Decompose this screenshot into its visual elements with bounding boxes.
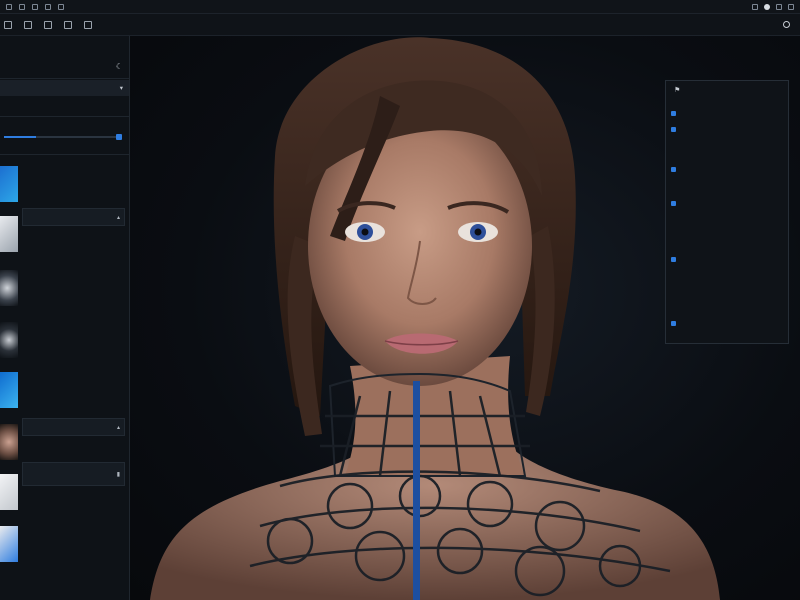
checkbox-icon (671, 167, 676, 172)
thumbnail-image (0, 424, 18, 460)
divider (0, 116, 129, 117)
list-item[interactable] (0, 474, 129, 518)
left-row-1[interactable]: ☾ (0, 58, 129, 74)
list-item[interactable] (0, 526, 129, 570)
toolbar-center (360, 14, 380, 36)
flag-icon: ⚑ (674, 87, 681, 94)
checkbox-icon (671, 321, 676, 326)
toolbar-button-1[interactable] (4, 20, 12, 29)
list-item[interactable] (0, 166, 129, 210)
property-checkbox[interactable] (671, 111, 676, 116)
thumbnail-image (0, 372, 18, 408)
thumbnail-image (0, 526, 18, 562)
list-item[interactable] (0, 216, 129, 260)
chevron-down-icon: ▾ (119, 85, 123, 92)
toolbar-button-5[interactable] (84, 20, 92, 29)
thumbnail-image (0, 216, 18, 252)
grid-icon (24, 20, 32, 29)
system-bar (0, 0, 800, 14)
minimize-icon[interactable] (776, 4, 782, 10)
checkbox-icon (671, 111, 676, 116)
image-icon (64, 20, 72, 29)
refresh-icon[interactable] (783, 21, 790, 28)
list-item[interactable] (0, 372, 129, 416)
left-row-2[interactable]: ▾ (0, 80, 129, 96)
divider (0, 154, 129, 155)
property-checkbox[interactable] (671, 167, 676, 172)
checkbox-icon (671, 201, 676, 206)
chevron-down-icon[interactable] (752, 4, 758, 10)
thumbnail-image (0, 474, 18, 510)
moon-icon: ☾ (115, 61, 123, 71)
maximize-icon[interactable] (788, 4, 794, 10)
square-icon (4, 20, 12, 29)
thumbnail-image (0, 166, 18, 202)
window-controls (752, 0, 794, 14)
properties-panel: ⚑ (665, 80, 789, 344)
main-toolbar (0, 14, 800, 36)
settings-icon[interactable] (45, 3, 51, 10)
brush-icon (84, 20, 92, 29)
property-checkbox[interactable] (671, 257, 676, 262)
progress-track (4, 136, 118, 138)
back-icon[interactable] (19, 3, 25, 10)
checkbox-icon (671, 127, 676, 132)
thumbnail-image (0, 270, 18, 306)
left-panel: ☾ ▾ ▴ ▴ ▮ (0, 36, 130, 600)
divider (0, 78, 129, 79)
checkbox-icon (671, 257, 676, 262)
toggle-icon[interactable] (116, 134, 122, 140)
list-item[interactable] (0, 270, 129, 314)
toolbar-button-2[interactable] (24, 20, 32, 29)
property-checkbox[interactable] (671, 127, 679, 132)
toolbar-button-3[interactable] (44, 20, 52, 29)
property-checkbox[interactable] (671, 201, 679, 206)
toolbar-button-4[interactable] (64, 20, 72, 29)
app-menu-icon[interactable] (6, 3, 12, 10)
thumbnail-image (0, 322, 18, 358)
forward-icon[interactable] (32, 3, 38, 10)
layers-icon[interactable] (58, 3, 64, 10)
progress-fill (4, 136, 36, 138)
property-checkbox[interactable] (671, 321, 676, 326)
left-row-3[interactable] (0, 100, 129, 116)
panel-icon (44, 20, 52, 29)
list-item[interactable] (0, 322, 129, 366)
properties-header: ⚑ (674, 86, 684, 94)
profile-dot-icon[interactable] (764, 4, 770, 10)
